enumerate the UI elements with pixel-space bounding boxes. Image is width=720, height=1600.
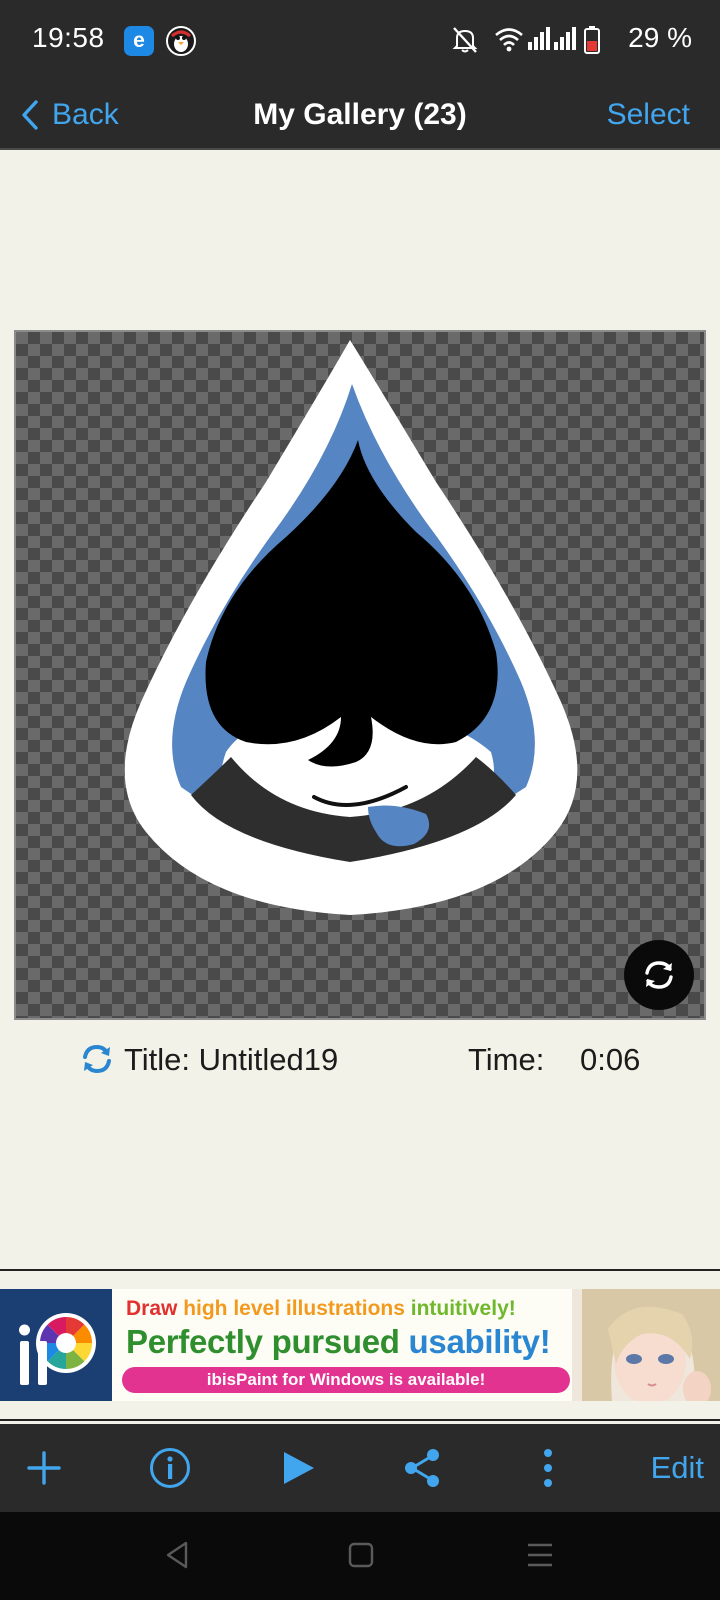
chevron-left-icon: [22, 100, 38, 130]
system-navigation-bar: [0, 1512, 720, 1600]
play-button[interactable]: [268, 1424, 328, 1512]
more-button[interactable]: [518, 1424, 578, 1512]
share-icon: [405, 1449, 439, 1487]
info-icon: [150, 1448, 190, 1488]
ad-word-usability: usability!: [408, 1323, 551, 1360]
battery-percent: 29 %: [628, 22, 692, 53]
ad-text: Draw high level illustrations intuitivel…: [112, 1289, 572, 1401]
select-button[interactable]: Select: [607, 82, 690, 148]
ad-word-high: high level illustrations: [183, 1297, 411, 1320]
divider: [0, 1269, 720, 1271]
back-nav-icon[interactable]: [164, 1540, 190, 1570]
ad-character-illustration: [572, 1289, 720, 1401]
divider: [0, 1419, 720, 1421]
browser-e-icon: e: [124, 26, 154, 56]
back-button[interactable]: Back: [20, 82, 119, 148]
share-button[interactable]: [392, 1424, 452, 1512]
time-label: Time:: [468, 1042, 545, 1077]
ad-subheadline: Perfectly pursued usability!: [126, 1323, 551, 1361]
mute-notifications-icon: [452, 27, 478, 53]
status-time: 19:58: [32, 22, 105, 53]
back-label: Back: [52, 98, 119, 131]
battery-low-icon: [584, 26, 600, 54]
ad-word-intuitive: intuitively!: [410, 1297, 516, 1320]
artwork-title: Title: Untitled19: [124, 1042, 339, 1077]
ibispaint-logo: [0, 1289, 112, 1401]
ad-banner[interactable]: Draw high level illustrations intuitivel…: [0, 1289, 720, 1401]
penguin-app-icon: [166, 26, 196, 56]
more-icon: [544, 1449, 552, 1487]
add-icon: [27, 1451, 61, 1485]
ad-word-draw: Draw: [126, 1297, 184, 1320]
signal-icon: [528, 27, 550, 50]
rotate-icon: [645, 961, 673, 989]
info-button[interactable]: [140, 1424, 200, 1512]
edit-button[interactable]: Edit: [651, 1424, 704, 1512]
add-button[interactable]: [14, 1424, 74, 1512]
sync-icon[interactable]: [80, 1042, 114, 1076]
spade-drop-artwork: [124, 340, 578, 915]
bottom-toolbar: Edit: [0, 1424, 720, 1512]
ad-headline: Draw high level illustrations intuitivel…: [126, 1297, 516, 1321]
ad-cta-pill: ibisPaint for Windows is available!: [122, 1367, 570, 1393]
play-icon: [284, 1452, 314, 1484]
wifi-icon: [495, 28, 523, 52]
artwork-info: Title: Untitled19 Time: 0:06: [0, 1038, 720, 1082]
ad-word-perfectly: Perfectly pursued: [126, 1323, 409, 1360]
time-value: 0:06: [580, 1042, 641, 1077]
artwork-preview[interactable]: [14, 330, 706, 1020]
home-nav-icon[interactable]: [348, 1540, 374, 1570]
status-bar: 19:58 e 29 %: [0, 0, 720, 82]
recents-nav-icon[interactable]: [526, 1540, 554, 1570]
nav-bar: Back My Gallery (23) Select: [0, 82, 720, 150]
signal-icon: [554, 27, 576, 50]
rotate-button[interactable]: [624, 940, 694, 1010]
